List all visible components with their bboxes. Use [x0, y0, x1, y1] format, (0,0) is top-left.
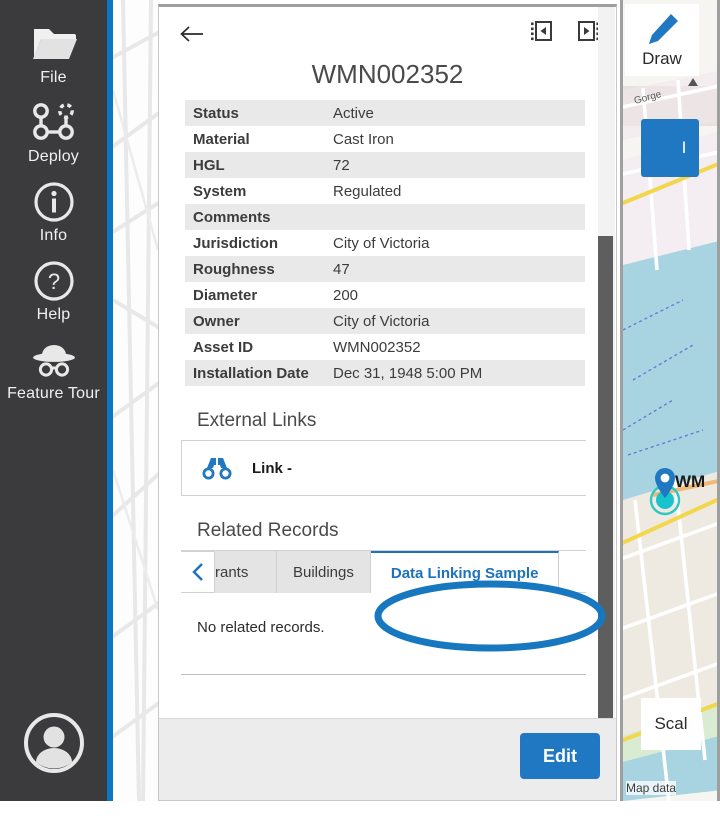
- panel-scrollbar-track[interactable]: [598, 7, 615, 800]
- sidebar-item-help[interactable]: ? Help: [0, 259, 107, 324]
- attribute-value: WMN002352: [333, 338, 421, 356]
- svg-text:?: ?: [47, 269, 59, 294]
- page-title: WMN002352: [311, 59, 464, 89]
- attribute-value: 47: [333, 260, 350, 278]
- map-scale-control[interactable]: Scal: [641, 698, 701, 750]
- table-row: HGL 72: [185, 152, 585, 178]
- user-avatar-icon: [23, 713, 84, 773]
- attribute-value: Regulated: [333, 182, 402, 200]
- application-window: File Deploy Info ? Help Feature Tour WMN…: [0, 0, 720, 828]
- table-row: Status Active: [185, 100, 585, 126]
- attribute-key: Diameter: [193, 286, 258, 304]
- tab-label: Buildings: [293, 563, 354, 581]
- tabstrip-filler: [559, 551, 586, 593]
- deploy-nodes-icon: [30, 101, 78, 145]
- dock-controls: [530, 19, 600, 43]
- panel-footer: Edit: [159, 718, 616, 800]
- question-circle-icon: ?: [32, 259, 76, 303]
- attribute-key: Status: [193, 104, 239, 122]
- window-bottom-strip: [0, 801, 720, 828]
- divider: [181, 495, 586, 496]
- sidebar-item-feature-tour[interactable]: Feature Tour: [0, 338, 107, 403]
- table-row: Roughness 47: [185, 256, 585, 282]
- dock-panel-left-icon[interactable]: [530, 19, 554, 43]
- binoculars-icon: [182, 455, 252, 481]
- tab-label: Data Linking Sample: [390, 564, 539, 582]
- table-row: Asset ID WMN002352: [185, 334, 585, 360]
- map-popup-label: I: [681, 138, 687, 157]
- attribute-table-body: Status Active Material Cast Iron HGL 72 …: [185, 100, 585, 386]
- edit-button[interactable]: Edit: [520, 733, 600, 779]
- external-link-item[interactable]: Link -: [181, 441, 586, 495]
- sidebar-item-label: Feature Tour: [7, 385, 100, 402]
- sidebar-item-info[interactable]: Info: [0, 180, 107, 245]
- divider: [181, 674, 586, 675]
- map-pane[interactable]: Gorge Draw I WM Scal Map data: [620, 0, 720, 801]
- attribute-value: 200: [333, 286, 359, 304]
- background-map-strip: [113, 0, 158, 801]
- related-records-title: Related Records: [197, 520, 339, 541]
- left-sidebar: File Deploy Info ? Help Feature Tour: [0, 0, 107, 801]
- table-row: System Regulated: [185, 178, 585, 204]
- attribute-key: Comments: [193, 208, 271, 226]
- draw-tool-label: Draw: [642, 49, 682, 68]
- sidebar-item-label: File: [40, 69, 67, 86]
- attribute-key: System: [193, 182, 247, 200]
- attribute-key: Roughness: [193, 260, 275, 278]
- tab-label: rants: [215, 563, 249, 581]
- attribute-table: Status Active Material Cast Iron HGL 72 …: [185, 100, 585, 386]
- sidebar-item-label: Help: [36, 306, 71, 323]
- attribute-key: Owner: [193, 312, 240, 330]
- attribute-key: HGL: [193, 156, 225, 174]
- attribute-value: [325, 204, 585, 230]
- panel-scrollbar-thumb[interactable]: [598, 236, 613, 726]
- map-scale-label: Scal: [654, 714, 688, 733]
- table-row: Jurisdiction City of Victoria: [185, 230, 585, 256]
- table-row: Material Cast Iron: [185, 126, 585, 152]
- attribute-value: Cast Iron: [333, 130, 394, 148]
- attribute-value: Dec 31, 1948 5:00 PM: [333, 364, 483, 382]
- table-row: Diameter 200: [185, 282, 585, 308]
- tab-hydrants[interactable]: rants: [215, 551, 277, 593]
- external-links-title: External Links: [197, 410, 317, 431]
- sidebar-item-label: Info: [39, 227, 68, 244]
- tab-buildings[interactable]: Buildings: [277, 551, 371, 593]
- related-records-tabstrip: rants Buildings Data Linking Sample: [181, 551, 586, 593]
- back-arrow-icon[interactable]: [177, 19, 207, 49]
- chevron-left-icon[interactable]: [181, 551, 215, 593]
- explorer-hat-binoculars-icon: [26, 338, 82, 382]
- folder-icon: [31, 22, 77, 66]
- map-marker-label: WM: [675, 472, 706, 491]
- table-row: Comments: [185, 204, 585, 230]
- info-circle-icon: [32, 180, 76, 224]
- sidebar-item-label: Deploy: [27, 148, 79, 165]
- panel-header: [159, 7, 616, 63]
- draw-tool-button[interactable]: Draw: [625, 4, 699, 76]
- attribute-value: City of Victoria: [333, 312, 430, 330]
- map-attribution: Map data: [626, 781, 677, 795]
- table-row: Owner City of Victoria: [185, 308, 585, 334]
- external-link-label: Link -: [252, 459, 292, 477]
- map-popup[interactable]: I: [641, 119, 699, 177]
- table-row: Installation Date Dec 31, 1948 5:00 PM: [185, 360, 585, 386]
- tab-data-linking-sample[interactable]: Data Linking Sample: [370, 551, 560, 593]
- sidebar-item-file[interactable]: File: [0, 22, 107, 87]
- attribute-value: 72: [333, 156, 350, 174]
- pencil-icon: [649, 14, 678, 44]
- sidebar-item-deploy[interactable]: Deploy: [0, 101, 107, 166]
- user-avatar[interactable]: [0, 712, 107, 774]
- attribute-value: Active: [333, 104, 374, 122]
- attribute-key: Installation Date: [193, 364, 309, 382]
- attribute-key: Jurisdiction: [193, 234, 279, 252]
- attribute-value: City of Victoria: [333, 234, 430, 252]
- record-detail-panel: WMN002352 Status Active Material Cast Ir…: [158, 4, 617, 801]
- attribute-key: Asset ID: [193, 338, 254, 356]
- dock-panel-right-icon[interactable]: [576, 19, 600, 43]
- attribute-key: Material: [193, 130, 250, 148]
- empty-state-message: No related records.: [197, 619, 325, 636]
